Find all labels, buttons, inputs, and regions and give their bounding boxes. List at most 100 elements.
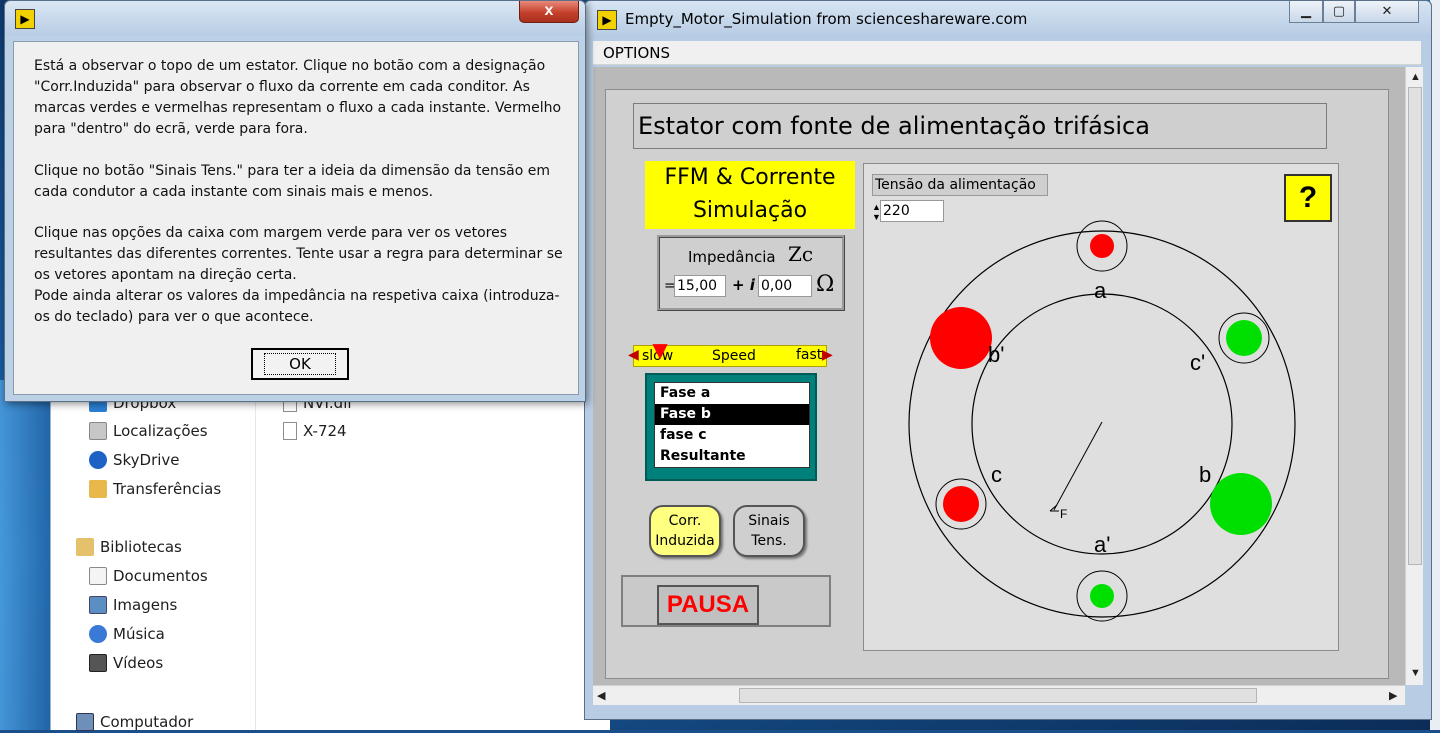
button-line: Corr. xyxy=(668,513,702,529)
phase-option-a[interactable]: Fase a xyxy=(655,383,809,404)
vector-label: F xyxy=(1060,507,1067,521)
label-b-prime: b' xyxy=(988,342,1004,367)
downloads-folder-icon xyxy=(89,480,107,498)
window-titlebar[interactable]: ▶ Empty_Motor_Simulation from sciencesha… xyxy=(585,1,1431,37)
pause-frame: PAUSA xyxy=(621,575,831,627)
nav-label: Documentos xyxy=(113,567,208,585)
window-title: Empty_Motor_Simulation from scienceshare… xyxy=(625,10,1028,28)
nav-label: Bibliotecas xyxy=(100,538,182,556)
impedance-label: Impedância xyxy=(688,248,776,266)
vertical-scroll-thumb[interactable] xyxy=(1408,87,1422,565)
vertical-scrollbar[interactable]: ▲ ▼ xyxy=(1405,67,1423,685)
maximize-button[interactable]: ▢ xyxy=(1323,1,1355,23)
music-icon xyxy=(89,625,107,643)
conductor-b-mark xyxy=(1210,473,1272,535)
phase-option-b[interactable]: Fase b xyxy=(655,404,809,425)
cloud-icon xyxy=(89,451,107,469)
label-a: a xyxy=(1094,278,1107,303)
impedance-imaginary-input[interactable]: 0,00 xyxy=(758,275,812,297)
nav-item-documentos[interactable]: Documentos xyxy=(89,565,208,587)
nav-item-transferencias[interactable]: Transferências xyxy=(89,478,221,500)
nav-item-videos[interactable]: Vídeos xyxy=(89,652,163,674)
ohm-symbol: Ω xyxy=(816,272,835,297)
computer-icon xyxy=(76,713,94,731)
info-dialog: ▶ x Está a observar o topo de um estator… xyxy=(4,0,586,402)
conductor-c-mark xyxy=(943,486,979,522)
imaginary-unit-label: + i xyxy=(732,276,755,294)
nav-item-imagens[interactable]: Imagens xyxy=(89,594,177,616)
conductor-a-prime-mark xyxy=(1090,584,1114,608)
conductor-b-prime-mark xyxy=(930,307,992,369)
impedance-real-input[interactable]: 15,00 xyxy=(674,275,726,297)
scroll-up-icon[interactable]: ▲ xyxy=(1410,71,1421,83)
nav-label: Imagens xyxy=(113,596,178,614)
labview-app-icon: ▶ xyxy=(597,10,617,30)
slider-thumb[interactable]: ▼ xyxy=(652,338,667,362)
dialog-paragraph: Clique no botão "Sinais Tens." para ter … xyxy=(34,163,551,200)
label-a-prime: a' xyxy=(1094,532,1110,557)
stator-diagram: F a a' b' c' c b xyxy=(908,220,1296,622)
nav-item-musica[interactable]: Música xyxy=(89,623,165,645)
zc-label: Zc xyxy=(788,242,814,266)
nav-item-skydrive[interactable]: SkyDrive xyxy=(89,449,180,471)
pictures-icon xyxy=(89,596,107,614)
phase-selector-frame: Fase a Fase b fase c Resultante xyxy=(645,373,817,481)
scroll-left-icon[interactable]: ◀ xyxy=(597,689,605,702)
file-icon xyxy=(283,422,297,440)
slider-right-arrow[interactable]: ▶ xyxy=(822,347,833,363)
label-b: b xyxy=(1199,462,1211,487)
label-c: c xyxy=(991,462,1002,487)
videos-icon xyxy=(89,654,107,672)
horizontal-scroll-thumb[interactable] xyxy=(739,688,1257,703)
nav-item-localizacoes[interactable]: Localizações xyxy=(89,420,208,442)
nav-label: Música xyxy=(113,625,165,643)
front-panel: Estator com fonte de alimentação trifási… xyxy=(593,67,1405,685)
file-item-x724[interactable]: X-724 xyxy=(283,422,347,440)
ok-label: OK xyxy=(264,353,336,375)
page-title: Estator com fonte de alimentação trifási… xyxy=(633,103,1327,149)
close-button[interactable]: ✕ xyxy=(1355,1,1419,23)
slider-left-arrow[interactable]: ◀ xyxy=(628,347,639,363)
phase-option-resultante[interactable]: Resultante xyxy=(655,446,809,467)
nav-label: Vídeos xyxy=(113,654,164,672)
dialog-close-button[interactable]: x xyxy=(519,1,579,23)
ffm-line-2: Simulação xyxy=(692,198,808,223)
horizontal-scrollbar[interactable]: ◀ ▶ xyxy=(593,685,1405,705)
dialog-body: Está a observar o topo de um estator. Cl… xyxy=(13,41,579,395)
scroll-down-icon[interactable]: ▼ xyxy=(1410,667,1421,679)
nav-label: SkyDrive xyxy=(113,451,180,469)
scroll-right-icon[interactable]: ▶ xyxy=(1389,689,1397,702)
dialog-paragraph: Clique nas opções da caixa com margem ve… xyxy=(34,225,563,283)
sinais-tens-button[interactable]: Sinais Tens. xyxy=(733,505,805,557)
phase-listbox: Fase a Fase b fase c Resultante xyxy=(654,382,810,468)
dialog-paragraph: Pode ainda alterar os valores da impedân… xyxy=(34,288,560,325)
pause-button[interactable]: PAUSA xyxy=(657,585,759,625)
conductor-c-prime-mark xyxy=(1226,320,1262,356)
stator-inner-ring xyxy=(971,293,1233,555)
button-line: Sinais xyxy=(748,513,790,529)
stator-display: Tensão da alimentação ▲ ▼ 220 ? F a a' b… xyxy=(863,163,1339,651)
simulation-window: ▶ Empty_Motor_Simulation from sciencesha… xyxy=(584,0,1432,720)
menu-bar: OPTIONS xyxy=(593,41,1421,65)
minimize-button[interactable]: ▁ xyxy=(1289,1,1323,23)
ok-button[interactable]: OK xyxy=(251,348,349,380)
corr-induzida-button[interactable]: Corr. Induzida xyxy=(649,505,721,557)
dialog-titlebar[interactable]: ▶ x xyxy=(5,1,585,35)
ffm-line-1: FFM & Corrente xyxy=(664,165,836,190)
speed-slider[interactable]: ◀ slow Speed fast ▶ ▼ xyxy=(628,338,833,367)
nav-label: Computador xyxy=(100,713,194,731)
field-vector-line xyxy=(1053,421,1103,511)
nav-item-bibliotecas[interactable]: Bibliotecas xyxy=(76,536,182,558)
impedance-box: Impedância Zc = 15,00 + i 0,00 Ω xyxy=(657,235,845,311)
label-c-prime: c' xyxy=(1190,350,1205,375)
explorer-nav-pane: Dropbox Localizações SkyDrive Transferên… xyxy=(51,380,256,731)
slider-fast-label: fast xyxy=(796,347,823,363)
location-icon xyxy=(89,422,107,440)
labview-dialog-icon: ▶ xyxy=(15,9,35,29)
nav-label: Transferências xyxy=(113,480,222,498)
phase-option-c[interactable]: fase c xyxy=(655,425,809,446)
slider-speed-label: Speed xyxy=(712,348,756,364)
menu-options[interactable]: OPTIONS xyxy=(603,44,670,62)
file-name: X-724 xyxy=(303,422,347,440)
button-line: Induzida xyxy=(655,533,715,549)
